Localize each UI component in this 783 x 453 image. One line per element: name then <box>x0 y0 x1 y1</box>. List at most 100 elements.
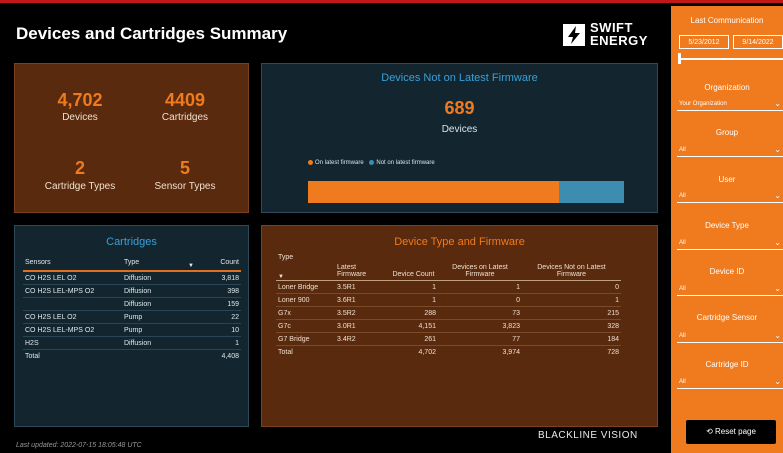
table-row[interactable]: G7 Bridge 3.4R2 261 77 184 <box>276 332 621 346</box>
bar-segment-on-latest[interactable] <box>308 181 559 203</box>
table-row[interactable]: CO H2S LEL O2 Pump 22 <box>23 310 241 324</box>
organization-dropdown[interactable]: Your Organization ⌄ <box>677 97 783 111</box>
reset-icon: ⟲ <box>706 427 713 436</box>
cell: Loner Bridge <box>276 280 335 294</box>
reset-page-button[interactable]: ⟲ Reset page <box>686 420 776 444</box>
cell: Diffusion <box>122 297 196 311</box>
chevron-down-icon: ⌄ <box>774 284 781 293</box>
cell: 10 <box>196 323 241 337</box>
kpi-cartridges-value: 4409 <box>164 90 206 110</box>
logo-text: SWIFT ENERGY <box>590 21 648 47</box>
legend-not-label[interactable]: Not on latest firmware <box>376 160 434 166</box>
table-row[interactable]: CO H2S LEL-MPS O2 Diffusion 398 <box>23 284 241 298</box>
col-sensors[interactable]: Sensors <box>23 254 122 272</box>
filter-sidebar: Last Communication 5/23/2012 9/14/2022 O… <box>671 6 783 453</box>
device-type-table: Type ▼ Latest Firmware Device Count Devic… <box>276 252 621 358</box>
cell: 4,702 <box>389 345 438 358</box>
cartridge-sensor-label: Cartridge Sensor <box>696 313 758 322</box>
cell <box>335 345 389 358</box>
col-count[interactable]: Count <box>196 254 241 272</box>
reset-label: Reset page <box>715 427 756 436</box>
col-type[interactable]: Type ▼ <box>122 254 196 272</box>
kpi-sensor-types-label: Sensor Types <box>154 181 216 192</box>
cell: Diffusion <box>122 271 196 285</box>
device-id-label: Device ID <box>709 267 745 276</box>
firmware-title: Devices Not on Latest Firmware <box>381 72 538 84</box>
date-from-input[interactable]: 5/23/2012 <box>679 35 729 49</box>
cell: G7c <box>276 319 335 333</box>
user-dropdown[interactable]: All ⌄ <box>677 189 783 203</box>
cell: CO H2S LEL-MPS O2 <box>23 284 122 298</box>
cell: 4,151 <box>389 319 438 333</box>
page-title: Devices and Cartridges Summary <box>16 24 288 43</box>
device-type-title: Device Type and Firmware <box>394 236 525 248</box>
col-latest-firmware[interactable]: Latest Firmware <box>335 252 389 281</box>
table-row[interactable]: G7c 3.0R1 4,151 3,823 328 <box>276 319 621 333</box>
kpi-devices-value: 4,702 <box>57 90 103 110</box>
kpi-devices-label: Devices <box>62 112 98 123</box>
cartridge-id-dropdown[interactable]: All ⌄ <box>677 375 783 389</box>
last-updated-text: Last updated: 2022-07-15 18:05:48 UTC <box>16 442 142 449</box>
user-value: All <box>679 193 686 199</box>
firmware-panel: Devices Not on Latest Firmware 689 Devic… <box>261 63 658 213</box>
chevron-down-icon: ⌄ <box>774 331 781 340</box>
kpi-panel: 4,702 Devices 4409 Cartridges 2 Cartridg… <box>14 63 249 213</box>
table-row[interactable]: Loner Bridge 3.5R1 1 1 0 <box>276 280 621 294</box>
col-devices-on-latest[interactable]: Devices on Latest Firmware <box>438 252 522 281</box>
cell: CO H2S LEL-MPS O2 <box>23 323 122 337</box>
table-row[interactable]: CO H2S LEL-MPS O2 Pump 10 <box>23 323 241 337</box>
bar-segment-not-latest[interactable] <box>559 181 624 203</box>
cell: 0 <box>438 293 522 307</box>
col-type-label: Type <box>278 254 294 261</box>
logo-line-2: ENERGY <box>590 33 648 48</box>
table-row[interactable]: CO H2S LEL O2 Diffusion 3,818 <box>23 271 241 285</box>
cell: 1 <box>522 293 621 307</box>
cell: 728 <box>522 345 621 358</box>
last-communication-label: Last Communication <box>690 16 764 25</box>
lightning-logo-icon <box>563 24 585 46</box>
cell: 3.5R1 <box>335 280 389 294</box>
col-devices-not-latest[interactable]: Devices Not on Latest Firmware <box>522 252 621 281</box>
table-row[interactable]: G7x 3.5R2 288 73 215 <box>276 306 621 320</box>
chevron-down-icon: ⌄ <box>774 238 781 247</box>
table-row[interactable]: Loner 900 3.6R1 1 0 1 <box>276 293 621 307</box>
col-type[interactable]: Type ▼ <box>276 252 335 281</box>
cell: 4,408 <box>221 352 239 360</box>
dashboard-frame: Devices and Cartridges Summary SWIFT ENE… <box>0 0 783 453</box>
table-total-row: Total 4,702 3,974 728 <box>276 345 621 358</box>
organization-value: Your Organization <box>679 101 727 107</box>
device-id-dropdown[interactable]: All ⌄ <box>677 282 783 296</box>
firmware-count: 689 <box>444 98 475 118</box>
sort-desc-icon[interactable]: ▼ <box>188 263 194 269</box>
col-device-count[interactable]: Device Count <box>389 252 438 281</box>
device-type-label: Device Type <box>705 221 749 230</box>
cell: 3.0R1 <box>335 319 389 333</box>
date-slider-handle[interactable] <box>678 53 681 64</box>
cell: 184 <box>522 332 621 346</box>
device-type-dropdown[interactable]: All ⌄ <box>677 236 783 250</box>
cell: Total <box>276 345 335 358</box>
cell: Total <box>25 352 40 360</box>
cell: 288 <box>389 306 438 320</box>
chevron-down-icon: ⌄ <box>774 191 781 200</box>
cell: 1 <box>389 293 438 307</box>
group-dropdown[interactable]: All ⌄ <box>677 143 783 157</box>
cell: 0 <box>522 280 621 294</box>
organization-label: Organization <box>704 83 750 92</box>
date-to-input[interactable]: 9/14/2022 <box>733 35 783 49</box>
cell: 3,823 <box>438 319 522 333</box>
blackline-vision-brand: BLACKLINE VISION <box>538 430 638 441</box>
cell: Pump <box>122 310 196 324</box>
date-range-slider[interactable] <box>679 58 783 60</box>
swift-energy-logo: SWIFT ENERGY <box>563 19 658 53</box>
cartridge-sensor-dropdown[interactable]: All ⌄ <box>677 329 783 343</box>
cell: 3,974 <box>438 345 522 358</box>
cell: 3.4R2 <box>335 332 389 346</box>
cell: Loner 900 <box>276 293 335 307</box>
sort-desc-icon[interactable]: ▼ <box>278 274 284 280</box>
kpi-cartridge-types-label: Cartridge Types <box>44 181 116 192</box>
legend-on-label[interactable]: On latest firmware <box>315 160 364 166</box>
device-id-value: All <box>679 286 686 292</box>
table-row[interactable]: H2S Diffusion 1 <box>23 336 241 350</box>
table-row[interactable]: Diffusion 159 <box>23 297 241 311</box>
